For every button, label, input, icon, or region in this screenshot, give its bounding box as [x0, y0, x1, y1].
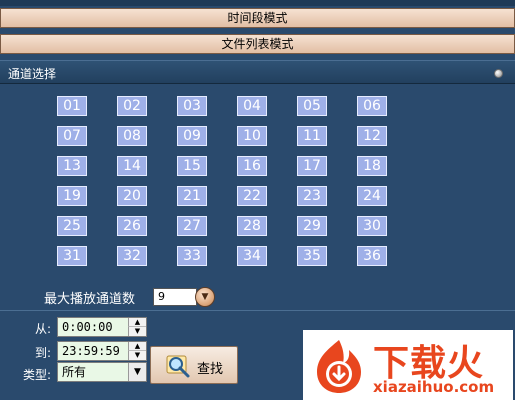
increment-icon[interactable]: ▲: [128, 318, 146, 327]
to-label: 到:: [35, 346, 52, 360]
file-list-mode-button[interactable]: 文件列表模式: [0, 34, 515, 54]
channel-button-24[interactable]: 24: [357, 186, 387, 206]
channel-button-02[interactable]: 02: [117, 96, 147, 116]
type-label: 类型:: [23, 368, 52, 382]
channel-button-07[interactable]: 07: [57, 126, 87, 146]
time-period-mode-button[interactable]: 时间段模式: [0, 8, 515, 28]
channel-button-31[interactable]: 31: [57, 246, 87, 266]
decrement-icon[interactable]: ▼: [128, 327, 146, 336]
channel-button-21[interactable]: 21: [177, 186, 207, 206]
channel-button-13[interactable]: 13: [57, 156, 87, 176]
increment-icon[interactable]: ▲: [128, 342, 146, 351]
from-label: 从:: [35, 322, 52, 336]
channel-button-25[interactable]: 25: [57, 216, 87, 236]
channel-button-17[interactable]: 17: [297, 156, 327, 176]
watermark-brand-en: xiazaihuo.com: [373, 378, 495, 396]
channel-select-header[interactable]: 通道选择: [0, 60, 515, 84]
channel-button-06[interactable]: 06: [357, 96, 387, 116]
from-time-field[interactable]: 0:00:00 ▲ ▼: [57, 317, 147, 337]
to-time-value[interactable]: 23:59:59: [58, 342, 128, 360]
channel-button-34[interactable]: 34: [237, 246, 267, 266]
to-time-field[interactable]: 23:59:59 ▲ ▼: [57, 341, 147, 361]
channel-button-20[interactable]: 20: [117, 186, 147, 206]
watermark: 下载火 xiazaihuo.com: [303, 330, 513, 400]
channel-button-19[interactable]: 19: [57, 186, 87, 206]
type-select-value: 所有: [58, 363, 128, 381]
search-icon: [166, 355, 190, 378]
channel-button-23[interactable]: 23: [297, 186, 327, 206]
chevron-down-icon[interactable]: ▼: [195, 287, 215, 307]
channel-button-09[interactable]: 09: [177, 126, 207, 146]
from-time-value[interactable]: 0:00:00: [58, 318, 128, 336]
channel-button-08[interactable]: 08: [117, 126, 147, 146]
channel-button-01[interactable]: 01: [57, 96, 87, 116]
max-play-channels-value: 9: [153, 288, 197, 306]
channel-button-35[interactable]: 35: [297, 246, 327, 266]
channel-button-03[interactable]: 03: [177, 96, 207, 116]
channel-button-16[interactable]: 16: [237, 156, 267, 176]
chevron-down-icon[interactable]: ▼: [128, 363, 146, 381]
channel-button-05[interactable]: 05: [297, 96, 327, 116]
channel-select-title: 通道选择: [8, 67, 57, 81]
channel-button-26[interactable]: 26: [117, 216, 147, 236]
max-play-channels-select[interactable]: 9 ▼: [153, 287, 215, 307]
channel-button-28[interactable]: 28: [237, 216, 267, 236]
channel-button-36[interactable]: 36: [357, 246, 387, 266]
channel-button-29[interactable]: 29: [297, 216, 327, 236]
channel-button-32[interactable]: 32: [117, 246, 147, 266]
channel-button-30[interactable]: 30: [357, 216, 387, 236]
max-play-channels-label: 最大播放通道数: [44, 292, 136, 307]
channel-button-15[interactable]: 15: [177, 156, 207, 176]
search-button-label: 查找: [197, 362, 224, 377]
channel-button-27[interactable]: 27: [177, 216, 207, 236]
decrement-icon[interactable]: ▼: [128, 351, 146, 360]
channel-button-11[interactable]: 11: [297, 126, 327, 146]
collapse-toggle-icon[interactable]: [494, 69, 503, 78]
channel-button-12[interactable]: 12: [357, 126, 387, 146]
channel-button-14[interactable]: 14: [117, 156, 147, 176]
top-strip: [0, 0, 515, 6]
flame-logo-icon: [317, 340, 361, 393]
channel-button-18[interactable]: 18: [357, 156, 387, 176]
channel-button-10[interactable]: 10: [237, 126, 267, 146]
channel-button-04[interactable]: 04: [237, 96, 267, 116]
channel-button-33[interactable]: 33: [177, 246, 207, 266]
channel-grid: 01 02 03 04 05 06 07 08 09 10 11 12 13 14 15 16 17 18 19 20…: [57, 96, 397, 266]
type-select[interactable]: 所有 ▼: [57, 362, 147, 382]
search-button[interactable]: 查找: [150, 346, 238, 384]
channel-button-22[interactable]: 22: [237, 186, 267, 206]
